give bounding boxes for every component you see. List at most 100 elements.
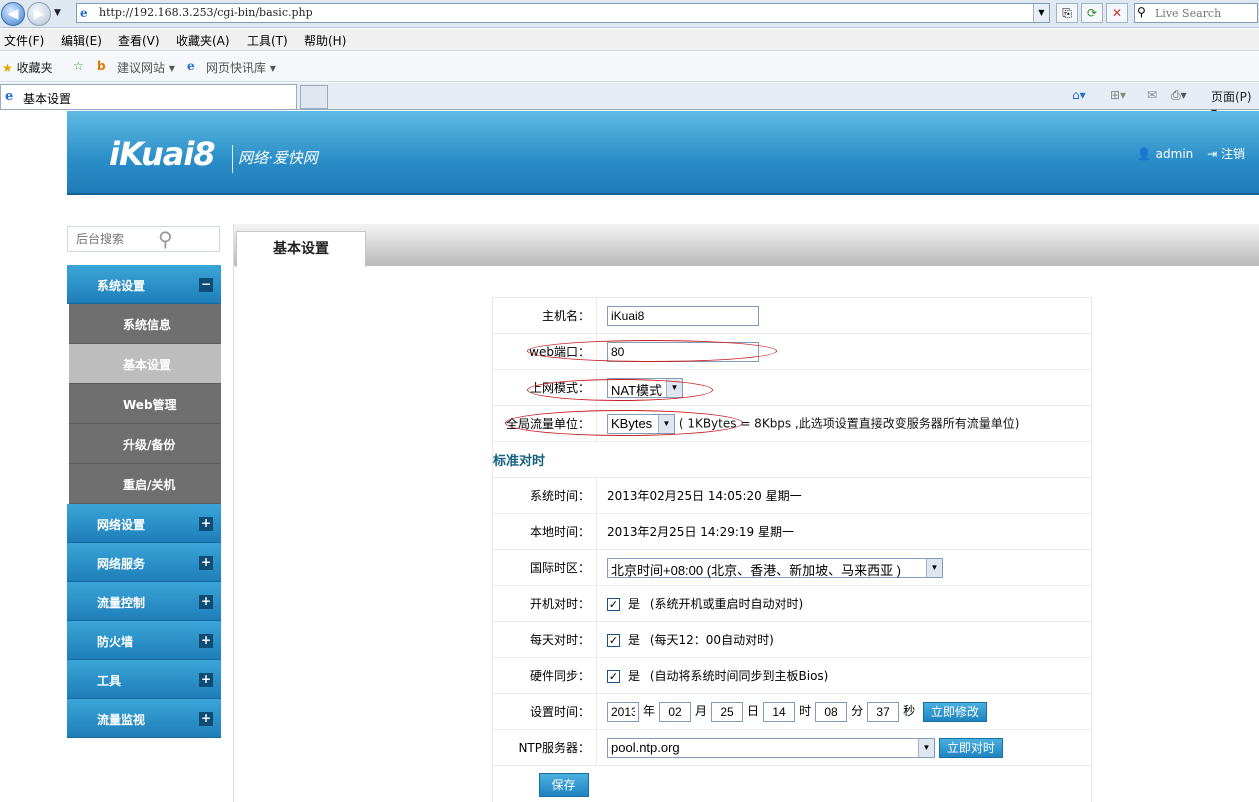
- url-field[interactable]: e http://192.168.3.253/cgi-bin/basic.php…: [76, 3, 1050, 23]
- expand-icon[interactable]: +: [199, 595, 213, 609]
- stop-icon[interactable]: ✕: [1106, 3, 1128, 23]
- browser-tab-active[interactable]: e 基本设置: [0, 84, 297, 109]
- menu-tools[interactable]: 工具(T): [247, 32, 288, 49]
- expand-icon[interactable]: +: [199, 556, 213, 570]
- daily-sync-label: 每天对时：: [492, 621, 597, 658]
- daily-sync-checkbox[interactable]: ✓: [607, 634, 620, 647]
- new-tab-button[interactable]: [300, 85, 328, 109]
- browser-address-bar: ◀ ▶ ▼ e http://192.168.3.253/cgi-bin/bas…: [0, 0, 1259, 28]
- sidebar-group-network-services[interactable]: 网络服务 +: [67, 543, 221, 582]
- set-time-label: 设置时间：: [492, 693, 597, 730]
- traffic-unit-hint: ( 1KBytes = 8Kbps ,此选项设置直接改变服务器所有流量单位): [678, 416, 1020, 430]
- tab-basic-settings[interactable]: 基本设置: [236, 231, 366, 267]
- history-dropdown-icon[interactable]: ▼: [54, 8, 61, 18]
- logout-link[interactable]: 注销: [1221, 145, 1245, 162]
- sidebar-group-traffic-control[interactable]: 流量控制 +: [67, 582, 221, 621]
- sidebar-group-system[interactable]: 系统设置 −: [67, 265, 221, 304]
- sidebar-menu: 系统设置 − 系统信息 基本设置 Web管理 升级/备份 重启/关机 网络设置 …: [67, 265, 221, 738]
- sidebar-item-basic-settings[interactable]: 基本设置: [69, 344, 221, 384]
- logo-divider: [232, 145, 233, 173]
- browser-menu-bar: 文件(F) 编辑(E) 查看(V) 收藏夹(A) 工具(T) 帮助(H): [0, 29, 1259, 51]
- expand-icon[interactable]: +: [199, 712, 213, 726]
- ntp-server-select[interactable]: pool.ntp.org ▼: [607, 737, 935, 758]
- menu-help[interactable]: 帮助(H): [304, 32, 346, 49]
- dropdown-arrow-icon: ▼: [918, 738, 934, 757]
- bing-icon: b: [97, 59, 106, 73]
- minute-input[interactable]: [815, 701, 848, 722]
- forward-arrow-icon[interactable]: ▶: [27, 2, 51, 26]
- section-standard-time: 标准对时: [492, 441, 1092, 478]
- modify-now-button[interactable]: 立即修改: [922, 701, 987, 722]
- sync-now-button[interactable]: 立即对时: [938, 737, 1003, 758]
- sidebar-group-firewall[interactable]: 防火墙 +: [67, 621, 221, 660]
- browser-tab-row: e 基本设置 ⌂▾ ⊞▾ ✉ ⎙▾ 页面(P) ▾: [0, 83, 1259, 119]
- logo-tagline: 网络·爱快网: [238, 149, 318, 167]
- suggested-sites-link[interactable]: 建议网站 ▾: [117, 59, 175, 76]
- favorites-button[interactable]: ★ 收藏夹: [2, 59, 53, 76]
- mode-select[interactable]: NAT模式 ▼: [607, 377, 683, 398]
- feeds-icon[interactable]: ⊞▾: [1110, 88, 1126, 102]
- dropdown-arrow-icon: ▼: [658, 414, 674, 433]
- hostname-label: 主机名：: [492, 297, 597, 334]
- expand-icon[interactable]: +: [199, 517, 213, 531]
- back-arrow-icon[interactable]: ◀: [1, 2, 25, 26]
- username: admin: [1155, 146, 1194, 161]
- sidebar-search-input[interactable]: [76, 231, 156, 247]
- hardware-sync-label: 硬件同步：: [492, 657, 597, 694]
- web-slice-gallery-link[interactable]: 网页快讯库 ▾: [206, 59, 276, 76]
- mail-icon[interactable]: ✉: [1147, 88, 1157, 102]
- content-tab-bar: 基本设置: [234, 224, 1259, 267]
- search-icon[interactable]: ⚲: [158, 227, 173, 251]
- web-port-input[interactable]: [607, 341, 759, 362]
- menu-edit[interactable]: 编辑(E): [61, 32, 102, 49]
- url-dropdown-icon[interactable]: ▼: [1033, 4, 1049, 22]
- ie-page-icon: e: [5, 89, 14, 104]
- live-search-input[interactable]: [1155, 6, 1255, 20]
- url-text: http://192.168.3.253/cgi-bin/basic.php: [99, 6, 313, 19]
- local-time-value: 2013年2月25日 14:29:19 星期一: [596, 513, 1092, 550]
- day-input[interactable]: [711, 701, 744, 722]
- menu-favorites[interactable]: 收藏夹(A): [176, 32, 230, 49]
- local-time-label: 本地时间：: [492, 513, 597, 550]
- year-input[interactable]: [607, 701, 639, 722]
- main-content: 基本设置 主机名： web端口： 上网模式： NAT模式▼ 全局流量单位： KB…: [233, 224, 1259, 802]
- sidebar-item-system-info[interactable]: 系统信息: [69, 304, 221, 344]
- sidebar-item-upgrade-backup[interactable]: 升级/备份: [69, 424, 221, 464]
- mode-label: 上网模式：: [492, 369, 597, 406]
- print-icon[interactable]: ⎙▾: [1171, 88, 1187, 103]
- expand-icon[interactable]: +: [199, 634, 213, 648]
- live-search-box[interactable]: ⚲: [1134, 3, 1258, 23]
- sidebar-group-traffic-monitor[interactable]: 流量监视 +: [67, 699, 221, 738]
- basic-settings-form: 主机名： web端口： 上网模式： NAT模式▼ 全局流量单位： KBytes▼…: [492, 297, 1092, 802]
- sidebar-group-network[interactable]: 网络设置 +: [67, 504, 221, 543]
- traffic-unit-select[interactable]: KBytes ▼: [607, 413, 675, 434]
- user-icon: 👤: [1136, 146, 1152, 161]
- daily-sync-hint: (每天12：00自动对时): [649, 633, 774, 647]
- month-input[interactable]: [659, 701, 692, 722]
- timezone-select[interactable]: 北京时间+08:00 (北京、香港、新加坡、马来西亚 ) ▼: [607, 557, 943, 578]
- search-icon: ⚲: [1137, 5, 1146, 19]
- sidebar-item-web-admin[interactable]: Web管理: [69, 384, 221, 424]
- sidebar-item-reboot-shutdown[interactable]: 重启/关机: [69, 464, 221, 504]
- home-icon[interactable]: ⌂▾: [1072, 88, 1086, 102]
- hardware-sync-checkbox[interactable]: ✓: [607, 670, 620, 683]
- refresh-icon[interactable]: ⟳: [1081, 3, 1103, 23]
- menu-view[interactable]: 查看(V): [118, 32, 160, 49]
- star-icon: ★: [2, 61, 13, 75]
- collapse-icon[interactable]: −: [199, 278, 213, 292]
- header-banner: iKuai8 网络·爱快网 👤 admin ⇥ 注销: [67, 111, 1259, 195]
- compat-view-icon[interactable]: ⎘: [1056, 3, 1078, 23]
- hostname-input[interactable]: [607, 305, 759, 326]
- add-favorite-icon[interactable]: ☆: [73, 59, 84, 73]
- system-time-label: 系统时间：: [492, 477, 597, 514]
- logout-icon[interactable]: ⇥: [1207, 147, 1217, 161]
- menu-file[interactable]: 文件(F): [4, 32, 44, 49]
- sidebar-group-tools[interactable]: 工具 +: [67, 660, 221, 699]
- dropdown-arrow-icon: ▼: [666, 378, 682, 397]
- second-input[interactable]: [867, 701, 900, 722]
- boot-sync-checkbox[interactable]: ✓: [607, 598, 620, 611]
- save-button[interactable]: 保存: [538, 772, 589, 797]
- expand-icon[interactable]: +: [199, 673, 213, 687]
- hour-input[interactable]: [763, 701, 796, 722]
- dropdown-arrow-icon: ▼: [926, 558, 942, 577]
